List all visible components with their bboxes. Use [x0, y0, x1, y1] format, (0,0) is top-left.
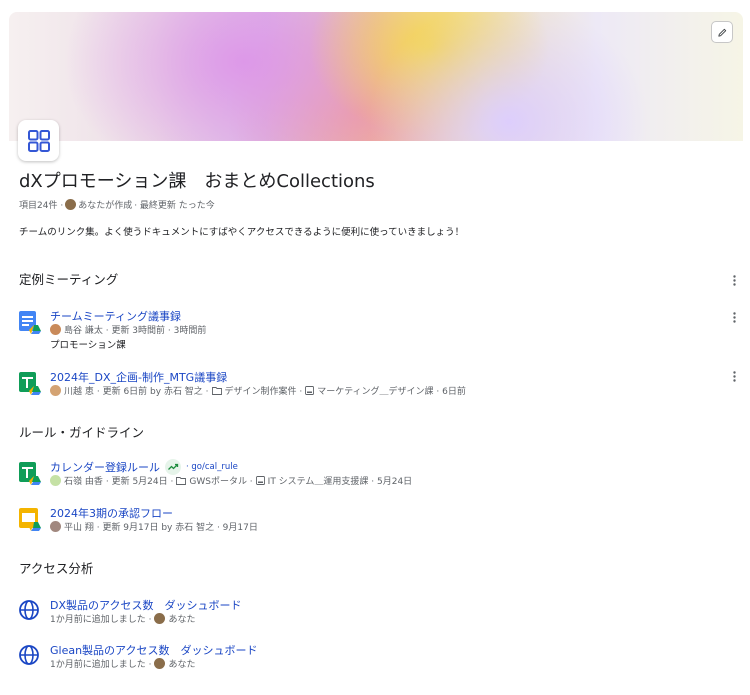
pencil-icon: [717, 28, 726, 37]
trending-icon: [165, 459, 181, 475]
collection-banner: [9, 12, 743, 141]
item-meta: 平山 翔 · 更新 9月17日 by 赤石 智之 · 9月17日: [50, 520, 258, 533]
item-title-link[interactable]: チームミーティング議事録: [50, 308, 181, 324]
item-title: カレンダー登録ルール: [50, 461, 160, 474]
shared-drive-icon: [305, 386, 315, 395]
item-owner: 石嶺 由香: [64, 477, 103, 487]
item-owner: 川越 恵: [64, 387, 94, 397]
collection-meta: 項目24件 · あなたが作成 · 最終更新 たった今: [19, 198, 215, 211]
more-vert-icon: [732, 274, 736, 286]
item-meta: 川越 恵 · 更新 6日前 by 赤石 智之 · デザイン制作案件 · マーケテ…: [50, 384, 466, 397]
section-title: 定例ミーティング: [19, 272, 119, 287]
avatar: [154, 613, 166, 624]
google-sheets-icon: [19, 372, 41, 395]
section-title: アクセス分析: [19, 561, 94, 576]
item-title-link[interactable]: DX製品のアクセス数 ダッシュボード: [50, 597, 241, 613]
avatar: [50, 521, 61, 532]
item-menu-button[interactable]: [728, 310, 740, 324]
item-meta: 1か月前に追加しました · あなた: [50, 612, 195, 625]
last-updated: · 最終更新 たった今: [134, 201, 215, 211]
more-vert-icon: [732, 370, 736, 382]
more-vert-icon: [732, 311, 736, 323]
item-added: 1か月前に追加しました ·: [50, 660, 152, 670]
item-folder: GWSポータル ·: [189, 477, 253, 487]
avatar: [154, 658, 166, 669]
item-owner: あなた: [168, 615, 196, 625]
item-meta: 1か月前に追加しました · あなた: [50, 657, 195, 670]
collection-icon: [18, 120, 59, 161]
item-title-link[interactable]: カレンダー登録ルール · go/cal_rule: [50, 459, 238, 475]
item-meta-text: 島谷 謙太 · 更新 3時間前 · 3時間前: [64, 326, 207, 336]
item-drive: IT システム＿運用支援課 · 5月24日: [267, 477, 413, 487]
avatar: [50, 475, 61, 486]
item-menu-button[interactable]: [728, 369, 740, 383]
folder-icon: [176, 477, 187, 485]
item-owner: あなた: [168, 660, 196, 670]
google-sheets-icon: [19, 462, 41, 485]
avatar: [65, 199, 77, 210]
avatar: [50, 385, 61, 396]
item-title-link[interactable]: 2024年3期の承認フロー: [50, 505, 173, 521]
section-title: ルール・ガイドライン: [19, 425, 145, 440]
folder-icon: [211, 387, 222, 395]
collection-title: dXプロモーション課 おまとめCollections: [19, 171, 375, 192]
item-updated: · 更新 6日前 by 赤石 智之 ·: [96, 387, 209, 397]
author: あなたが作成: [78, 201, 133, 211]
collection-description: チームのリンク集。よく使うドキュメントにすばやくアクセスできるように便利に使って…: [19, 227, 465, 238]
item-meta: 石嶺 由香 · 更新 5月24日 · GWSポータル · IT システム＿運用支…: [50, 474, 412, 487]
item-title-link[interactable]: Glean製品のアクセス数 ダッシュボード: [50, 642, 258, 658]
globe-icon: [19, 600, 39, 620]
item-folder: プロモーション課: [50, 340, 126, 351]
item-title-link[interactable]: 2024年_DX_企画-制作_MTG議事録: [50, 369, 227, 385]
globe-icon: [19, 645, 39, 665]
edit-banner-button[interactable]: [711, 21, 733, 43]
item-folder: デザイン制作案件 ·: [224, 387, 303, 397]
shared-drive-icon: [255, 476, 265, 485]
google-slides-icon: [19, 508, 41, 531]
section-menu-button[interactable]: [728, 273, 740, 287]
item-added: 1か月前に追加しました ·: [50, 615, 152, 625]
google-docs-icon: [19, 311, 41, 334]
avatar: [50, 324, 61, 335]
item-meta: 島谷 謙太 · 更新 3時間前 · 3時間前: [50, 323, 206, 336]
item-drive: マーケティング＿デザイン課 · 6日前: [317, 387, 466, 397]
grid-icon: [27, 129, 50, 152]
item-updated: · 更新 5月24日 ·: [105, 477, 174, 487]
go-link[interactable]: · go/cal_rule: [186, 462, 238, 472]
item-meta-text: 平山 翔 · 更新 9月17日 by 赤石 智之 · 9月17日: [64, 523, 258, 533]
item-count: 項目24件 ·: [19, 201, 64, 211]
